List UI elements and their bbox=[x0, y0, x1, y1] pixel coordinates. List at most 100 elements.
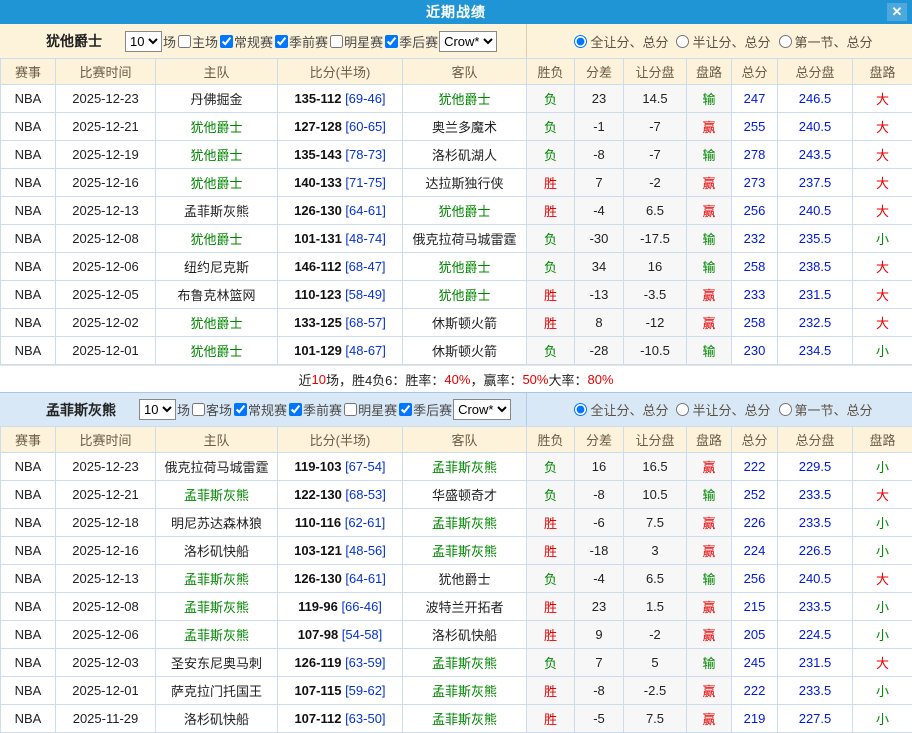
results-table-grizzlies: 赛事比赛时间主队比分(半场)客队胜负分差让分盘盘路总分总分盘盘路 NBA2025… bbox=[0, 426, 912, 733]
handicap-radio-input[interactable] bbox=[779, 35, 792, 48]
cell-away-team: 孟菲斯灰熊 bbox=[403, 453, 527, 481]
cell-total-points: 205 bbox=[732, 621, 778, 649]
filter-checkbox[interactable] bbox=[289, 403, 302, 416]
half-score: [59-62] bbox=[341, 683, 385, 698]
handicap-radio[interactable]: 半让分、总分 bbox=[668, 32, 770, 51]
cell-point-diff: 16 bbox=[575, 453, 624, 481]
cell-handicap-result: 赢 bbox=[687, 537, 732, 565]
filter-checkbox[interactable] bbox=[344, 403, 357, 416]
handicap-radio[interactable]: 全让分、总分 bbox=[566, 32, 668, 51]
cell-score: 119-103 [67-54] bbox=[278, 453, 403, 481]
cell-point-diff: 9 bbox=[575, 621, 624, 649]
handicap-radio-input[interactable] bbox=[574, 35, 587, 48]
table-row: NBA2025-12-16犹他爵士140-133 [71-75]达拉斯独行侠胜7… bbox=[1, 169, 912, 197]
handicap-radio-input[interactable] bbox=[779, 403, 792, 416]
filter-label: 明星赛 bbox=[358, 400, 397, 419]
cell-league: NBA bbox=[1, 705, 56, 733]
cell-handicap-result: 输 bbox=[687, 565, 732, 593]
handicap-radio[interactable]: 半让分、总分 bbox=[668, 400, 770, 419]
cell-handicap-line: -2 bbox=[624, 169, 687, 197]
table-row: NBA2025-12-18明尼苏达森林狼110-116 [62-61]孟菲斯灰熊… bbox=[1, 509, 912, 537]
cell-away-team: 孟菲斯灰熊 bbox=[403, 649, 527, 677]
cell-total-points: 252 bbox=[732, 481, 778, 509]
cell-total-line: 238.5 bbox=[778, 253, 853, 281]
handicap-radio-input[interactable] bbox=[676, 35, 689, 48]
games-count-select[interactable]: 10 bbox=[139, 399, 176, 420]
handicap-radio-input[interactable] bbox=[574, 403, 587, 416]
table-row: NBA2025-12-13孟菲斯灰熊126-130 [64-61]犹他爵士负-4… bbox=[1, 565, 912, 593]
cell-handicap-result: 输 bbox=[687, 253, 732, 281]
cell-score: 135-143 [78-73] bbox=[278, 141, 403, 169]
cell-score: 107-112 [63-50] bbox=[278, 705, 403, 733]
handicap-radio[interactable]: 第一节、总分 bbox=[771, 400, 873, 419]
bookmaker-select[interactable]: Crow* bbox=[453, 399, 511, 420]
filter-checkbox[interactable] bbox=[192, 403, 205, 416]
filter-label: 常规赛 bbox=[248, 400, 287, 419]
cell-over-under: 大 bbox=[853, 141, 912, 169]
cell-score: 122-130 [68-53] bbox=[278, 481, 403, 509]
filter-item[interactable]: 明星赛 bbox=[328, 32, 383, 51]
filter-checkbox[interactable] bbox=[275, 35, 288, 48]
cell-total-line: 232.5 bbox=[778, 309, 853, 337]
filter-item[interactable]: 季后赛 bbox=[397, 400, 452, 419]
filter-item[interactable]: 季前赛 bbox=[287, 400, 342, 419]
cell-total-points: 233 bbox=[732, 281, 778, 309]
bookmaker-select[interactable]: Crow* bbox=[439, 31, 497, 52]
cell-home-team: 犹他爵士 bbox=[156, 169, 278, 197]
table-header-row: 赛事比赛时间主队比分(半场)客队胜负分差让分盘盘路总分总分盘盘路 bbox=[1, 427, 912, 453]
final-score: 103-121 bbox=[294, 543, 342, 558]
cell-over-under: 小 bbox=[853, 453, 912, 481]
final-score: 127-128 bbox=[294, 119, 342, 134]
cell-handicap-line: 5 bbox=[624, 649, 687, 677]
cell-score: 110-123 [58-49] bbox=[278, 281, 403, 309]
half-score: [71-75] bbox=[342, 175, 386, 190]
cell-win-loss: 负 bbox=[527, 649, 575, 677]
filter-checkbox[interactable] bbox=[385, 35, 398, 48]
cell-win-loss: 负 bbox=[527, 337, 575, 365]
half-score: [54-58] bbox=[338, 627, 382, 642]
filter-checkbox[interactable] bbox=[220, 35, 233, 48]
half-score: [63-50] bbox=[341, 711, 385, 726]
cell-handicap-line: 1.5 bbox=[624, 593, 687, 621]
cell-point-diff: -13 bbox=[575, 281, 624, 309]
cell-handicap-result: 赢 bbox=[687, 197, 732, 225]
final-score: 146-112 bbox=[294, 259, 341, 274]
radio-label: 半让分、总分 bbox=[692, 400, 770, 419]
cell-total-line: 240.5 bbox=[778, 565, 853, 593]
filter-checkbox[interactable] bbox=[234, 403, 247, 416]
filter-item[interactable]: 季后赛 bbox=[383, 32, 438, 51]
filter-item[interactable]: 常规赛 bbox=[232, 400, 287, 419]
table-row: NBA2025-12-01萨克拉门托国王107-115 [59-62]孟菲斯灰熊… bbox=[1, 677, 912, 705]
cell-over-under: 小 bbox=[853, 337, 912, 365]
filter-item[interactable]: 明星赛 bbox=[342, 400, 397, 419]
cell-win-loss: 负 bbox=[527, 253, 575, 281]
cell-away-team: 波特兰开拓者 bbox=[403, 593, 527, 621]
cell-handicap-result: 赢 bbox=[687, 309, 732, 337]
handicap-radio-input[interactable] bbox=[676, 403, 689, 416]
filter-checkbox[interactable] bbox=[330, 35, 343, 48]
table-row: NBA2025-12-05布鲁克林篮网110-123 [58-49]犹他爵士胜-… bbox=[1, 281, 912, 309]
handicap-radio[interactable]: 全让分、总分 bbox=[566, 400, 668, 419]
filter-checkbox[interactable] bbox=[399, 403, 412, 416]
handicap-radio[interactable]: 第一节、总分 bbox=[771, 32, 873, 51]
filter-checkbox[interactable] bbox=[178, 35, 191, 48]
cell-handicap-line: -7 bbox=[624, 113, 687, 141]
half-score: [78-73] bbox=[342, 147, 386, 162]
column-header: 盘路 bbox=[687, 427, 732, 453]
final-score: 107-112 bbox=[294, 711, 341, 726]
cell-over-under: 小 bbox=[853, 677, 912, 705]
cell-point-diff: 7 bbox=[575, 649, 624, 677]
final-score: 119-103 bbox=[294, 459, 341, 474]
close-icon[interactable]: ✕ bbox=[887, 3, 907, 21]
filter-item[interactable]: 主场 bbox=[176, 32, 218, 51]
table-row: NBA2025-12-21孟菲斯灰熊122-130 [68-53]华盛顿奇才负-… bbox=[1, 481, 912, 509]
half-score: [67-54] bbox=[341, 459, 385, 474]
cell-total-line: 229.5 bbox=[778, 453, 853, 481]
filter-item[interactable]: 季前赛 bbox=[273, 32, 328, 51]
cell-point-diff: -5 bbox=[575, 705, 624, 733]
games-count-select[interactable]: 10 bbox=[125, 31, 162, 52]
cell-handicap-line: 16 bbox=[624, 253, 687, 281]
cell-home-team: 孟菲斯灰熊 bbox=[156, 621, 278, 649]
filter-item[interactable]: 常规赛 bbox=[218, 32, 273, 51]
filter-item[interactable]: 客场 bbox=[190, 400, 232, 419]
